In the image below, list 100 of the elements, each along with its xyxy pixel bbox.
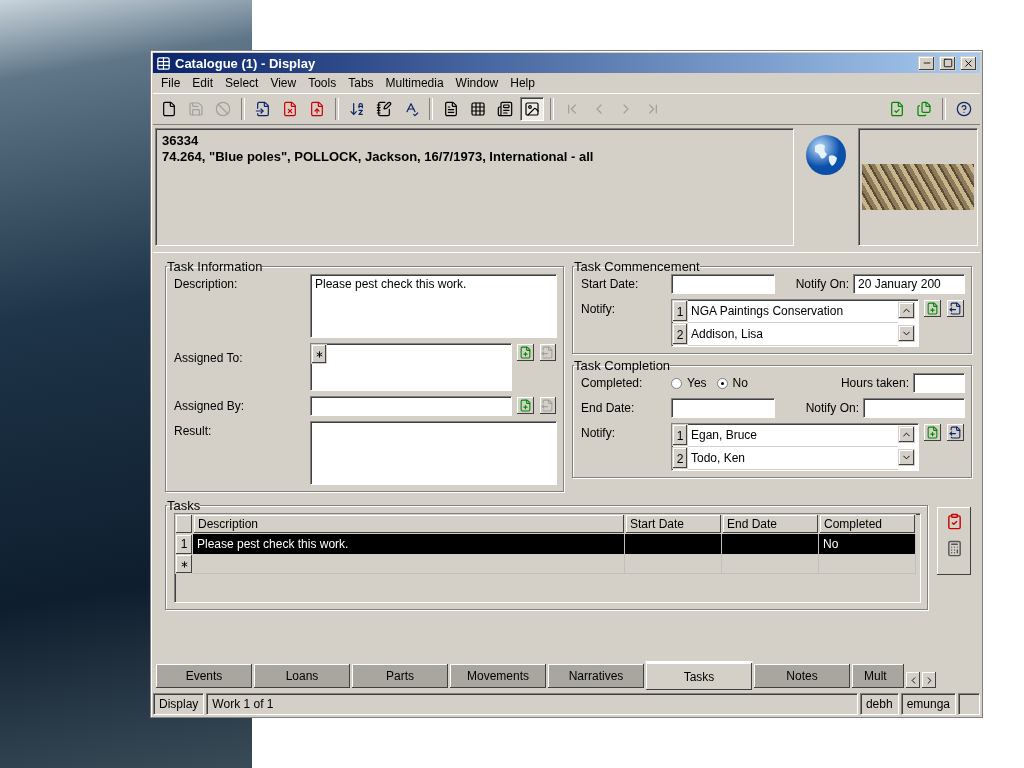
move-button[interactable] bbox=[946, 423, 965, 442]
end-date-field[interactable] bbox=[671, 398, 775, 418]
resize-grip[interactable] bbox=[958, 693, 980, 715]
group-title: Task Information bbox=[167, 259, 263, 274]
scroll-up-button[interactable] bbox=[898, 426, 915, 443]
column-header[interactable]: End Date bbox=[722, 514, 819, 534]
menu-item[interactable]: View bbox=[264, 76, 303, 90]
calculator-icon[interactable] bbox=[945, 540, 963, 557]
cancel-icon bbox=[215, 101, 231, 117]
tab[interactable]: Events bbox=[155, 663, 253, 689]
tab[interactable]: Mult bbox=[851, 663, 905, 689]
tab[interactable]: Narratives bbox=[547, 663, 645, 689]
scroll-down-button[interactable] bbox=[898, 325, 915, 342]
document-arrow-icon bbox=[949, 426, 962, 439]
minimize-button[interactable] bbox=[918, 55, 935, 71]
tab[interactable]: Notes bbox=[753, 663, 851, 689]
menu-item[interactable]: Tools bbox=[302, 76, 343, 90]
field-label: Notify: bbox=[581, 426, 615, 440]
radio-button[interactable] bbox=[716, 377, 728, 389]
close-icon bbox=[963, 57, 974, 69]
menu-item[interactable]: Select bbox=[219, 76, 265, 90]
scroll-down-button[interactable] bbox=[898, 449, 915, 466]
window-title: Catalogue (1) - Display bbox=[175, 55, 317, 71]
field-label: Notify On: bbox=[805, 401, 859, 415]
documents-icon bbox=[916, 101, 932, 117]
tab[interactable]: Loans bbox=[253, 663, 351, 689]
row-number: 1 bbox=[672, 300, 688, 322]
list-item[interactable]: Addison, Lisa bbox=[688, 323, 898, 346]
radio-label: Yes bbox=[687, 376, 707, 390]
result-field[interactable] bbox=[310, 421, 557, 485]
notify-list[interactable]: 1 NGA Paintings Conservation 2 Addison, Lisa bbox=[671, 299, 919, 347]
document-plus-icon bbox=[926, 302, 939, 315]
list-item[interactable]: Todo, Ken bbox=[688, 447, 898, 470]
start-date-field[interactable] bbox=[671, 274, 775, 294]
tab-scroll-left-button[interactable] bbox=[905, 671, 921, 689]
scroll-up-button[interactable] bbox=[898, 302, 915, 319]
row-number: 1 bbox=[672, 424, 688, 446]
clipboard-check-icon[interactable] bbox=[945, 513, 963, 530]
row-number: 2 bbox=[672, 447, 688, 469]
document-check-icon bbox=[889, 101, 905, 117]
notify-list[interactable]: 1 Egan, Bruce 2 Todo, Ken bbox=[671, 423, 919, 471]
menu-item[interactable]: Help bbox=[504, 76, 541, 90]
assigned-to-field[interactable] bbox=[310, 343, 513, 391]
field-label: Notify: bbox=[581, 302, 615, 316]
maximize-icon bbox=[942, 58, 953, 68]
column-header[interactable]: Completed bbox=[819, 514, 916, 534]
table-cell: No bbox=[819, 534, 916, 555]
tab[interactable]: Parts bbox=[351, 663, 449, 689]
hours-field[interactable] bbox=[913, 373, 965, 393]
document-plus-icon bbox=[518, 346, 532, 359]
menu-item[interactable]: Edit bbox=[186, 76, 220, 90]
radio-button[interactable] bbox=[671, 377, 682, 389]
radio-label: No bbox=[732, 376, 748, 390]
document-arrow-icon bbox=[255, 101, 271, 117]
add-button[interactable] bbox=[923, 423, 942, 442]
add-button[interactable] bbox=[516, 396, 535, 415]
group-title: Task Completion bbox=[574, 358, 671, 373]
document-arrow-icon bbox=[949, 302, 962, 315]
row-number: 1 bbox=[175, 534, 193, 555]
save-icon bbox=[188, 101, 204, 117]
tab[interactable]: Tasks bbox=[645, 661, 753, 691]
document-up-icon bbox=[309, 101, 325, 117]
menu-item[interactable]: Multimedia bbox=[379, 76, 450, 90]
assigned-by-field[interactable] bbox=[310, 396, 513, 416]
list-item[interactable]: NGA Paintings Conservation bbox=[688, 300, 898, 323]
document-cross-icon bbox=[282, 101, 298, 117]
status-pane: Work 1 of 1 bbox=[206, 693, 858, 715]
column-header[interactable]: Description bbox=[193, 514, 625, 534]
description-field[interactable]: Please pest check this work. bbox=[310, 274, 557, 338]
document-arrow-icon bbox=[541, 399, 555, 412]
group-title: Tasks bbox=[167, 498, 201, 513]
page-view-icon bbox=[443, 101, 459, 117]
add-button[interactable] bbox=[923, 299, 942, 318]
toolbar-button[interactable] bbox=[520, 97, 544, 121]
column-header[interactable]: Start Date bbox=[625, 514, 722, 534]
field-label: Assigned To: bbox=[174, 351, 243, 365]
add-button[interactable] bbox=[516, 343, 535, 362]
field-label: Assigned By: bbox=[174, 399, 245, 413]
field-label: Description: bbox=[174, 277, 238, 291]
field-label: Hours taken: bbox=[840, 376, 909, 390]
list-item[interactable]: Egan, Bruce bbox=[688, 424, 898, 447]
image-view-icon bbox=[524, 101, 540, 117]
menu-item[interactable]: Tabs bbox=[342, 76, 380, 90]
tab-scroll-right-button[interactable] bbox=[921, 671, 937, 689]
help-icon bbox=[956, 101, 972, 117]
document-plus-icon bbox=[519, 399, 532, 412]
menu-item[interactable]: File bbox=[155, 76, 187, 90]
notify-on-field[interactable] bbox=[863, 398, 965, 418]
status-pane: Display bbox=[153, 693, 205, 715]
table-cell: Please pest check this work. bbox=[193, 534, 625, 555]
menu-item[interactable]: Window bbox=[449, 76, 505, 90]
field-label: Result: bbox=[174, 424, 212, 438]
maximize-button[interactable] bbox=[939, 55, 956, 71]
notify-on-field[interactable]: 20 January 200 bbox=[853, 274, 965, 294]
field-label: Start Date: bbox=[581, 277, 639, 291]
document-icon bbox=[161, 101, 177, 117]
tab[interactable]: Movements bbox=[449, 663, 547, 689]
close-button[interactable] bbox=[960, 55, 977, 71]
move-button[interactable] bbox=[946, 299, 965, 318]
grid-view-icon bbox=[470, 101, 486, 117]
